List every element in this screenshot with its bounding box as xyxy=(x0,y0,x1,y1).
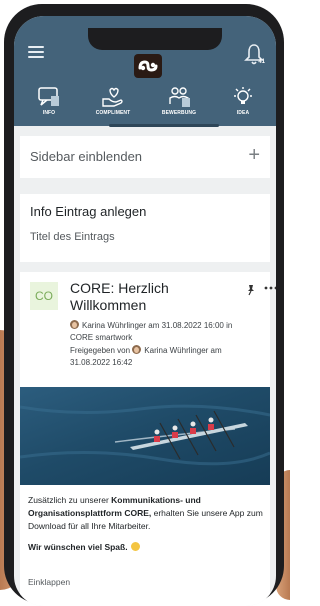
quicklink-compliment-label: COMPLIMENT xyxy=(95,110,131,116)
hamburger-icon[interactable] xyxy=(28,46,44,58)
quicklink-bewerbung-label: BEWERBUNG xyxy=(161,110,197,116)
post-closing-text: Wir wünschen viel Spaß. xyxy=(28,542,128,552)
sharer-avatar xyxy=(132,345,142,354)
post-shared-meta: Freigegeben von Karina Wührlinger am 31.… xyxy=(70,345,256,369)
collapse-link[interactable]: Einklappen xyxy=(28,577,70,587)
app-screen: 41 INFO COMPLIMENT BEWERBUNG IDEA Sideba… xyxy=(14,16,276,606)
post-body-prefix: Zusätzlich zu unserer xyxy=(28,495,112,505)
chat-info-icon xyxy=(38,87,59,106)
more-options-icon[interactable] xyxy=(264,286,276,290)
entry-title-input[interactable] xyxy=(30,227,260,247)
sidebar-toggle-label: Sidebar einblenden xyxy=(30,149,143,164)
quicklink-info[interactable]: INFO xyxy=(18,86,80,126)
post-image-rowing xyxy=(20,387,270,485)
post-closing: Wir wünschen viel Spaß. xyxy=(28,542,140,552)
sidebar-toggle-card[interactable]: Sidebar einblenden + xyxy=(20,136,270,178)
quicklink-info-label: INFO xyxy=(42,110,56,116)
lightbulb-icon xyxy=(234,87,252,104)
quicklink-bewerbung[interactable]: BEWERBUNG xyxy=(148,86,210,126)
author-avatar xyxy=(70,320,79,329)
post-title[interactable]: CORE: Herzlich Willkommen xyxy=(70,280,230,314)
bell-icon[interactable]: 41 xyxy=(244,42,265,66)
post-author-line[interactable]: Karina Wührlinger am 31.08.2022 16:00 in… xyxy=(70,321,232,342)
core-logo xyxy=(134,54,162,78)
hand-heart-icon xyxy=(102,87,123,107)
plus-icon[interactable]: + xyxy=(248,145,260,165)
post-body: Zusätzlich zu unserer Kommunikations- un… xyxy=(28,494,268,533)
quicklink-idea[interactable]: IDEA xyxy=(212,86,274,126)
new-entry-card: Info Eintrag anlegen xyxy=(20,194,270,262)
phone-notch xyxy=(88,28,222,50)
pin-icon[interactable] xyxy=(246,284,256,296)
quicklink-scroll-indicator xyxy=(109,124,219,127)
notification-count: 41 xyxy=(258,59,265,65)
phone-frame: 41 INFO COMPLIMENT BEWERBUNG IDEA Sideba… xyxy=(4,4,284,606)
quicklink-idea-label: IDEA xyxy=(236,110,250,116)
post-author-meta: Karina Wührlinger am 31.08.2022 16:00 in… xyxy=(70,320,256,344)
quicklink-bar: INFO COMPLIMENT BEWERBUNG IDEA xyxy=(14,86,276,127)
smiley-emoji-icon xyxy=(130,542,140,551)
shared-prefix: Freigegeben von xyxy=(70,346,131,355)
quicklink-compliment[interactable]: COMPLIMENT xyxy=(82,86,144,126)
new-entry-heading: Info Eintrag anlegen xyxy=(30,204,147,219)
post-card: CO CORE: Herzlich Willkommen Karina Wühr… xyxy=(20,272,276,606)
people-icon xyxy=(169,87,190,107)
post-avatar: CO xyxy=(30,282,58,310)
